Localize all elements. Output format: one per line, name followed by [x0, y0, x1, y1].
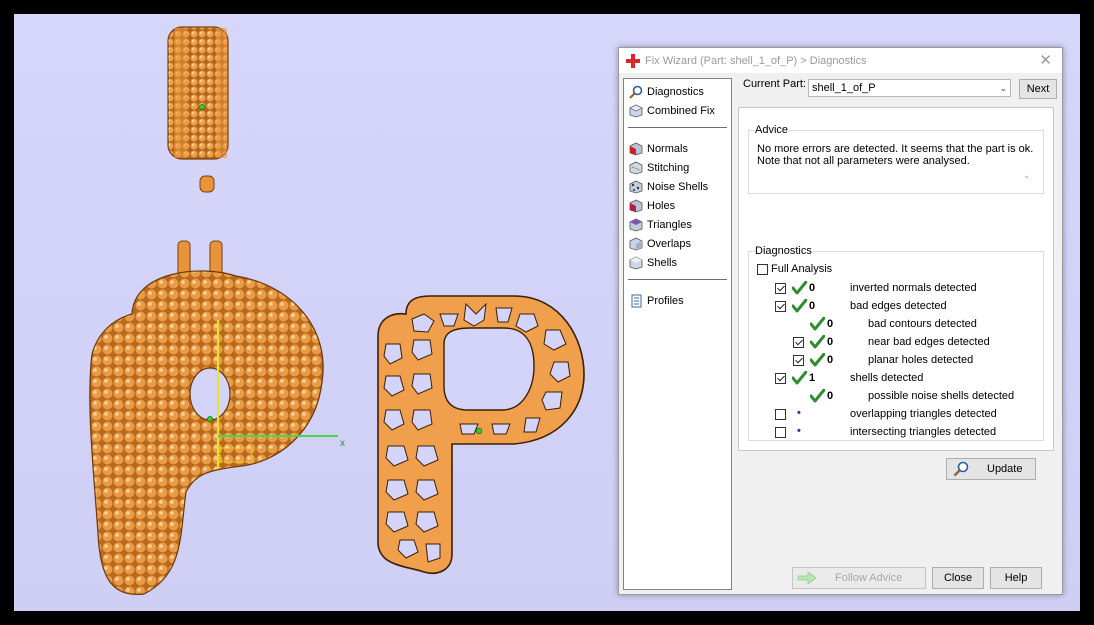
- red-cross-app-icon: [626, 53, 640, 68]
- diagnostic-count: 0: [827, 390, 834, 402]
- full-analysis-label: Full Analysis: [771, 263, 833, 275]
- nav-label-stitching: Stitching: [647, 161, 690, 174]
- nav-item-diagnostics[interactable]: Diagnostics: [629, 83, 704, 100]
- diagnostic-label: intersecting triangles detected: [850, 426, 997, 438]
- nav-item-noise-shells[interactable]: Noise Shells: [629, 178, 708, 195]
- diagnostic-label: possible noise shells detected: [868, 390, 1015, 402]
- scroll-down-icon[interactable]: ⌄: [1023, 170, 1031, 181]
- holes-cube-icon: [629, 199, 643, 213]
- nav-label-noise-shells: Noise Shells: [647, 180, 709, 193]
- bail-side-view: [167, 26, 229, 193]
- follow-advice-button[interactable]: Follow Advice: [792, 567, 926, 589]
- nav-item-stitching[interactable]: Stitching: [629, 159, 689, 176]
- nav-item-holes[interactable]: Holes: [629, 197, 675, 214]
- advice-text: No more errors are detected. It seems th…: [757, 143, 1037, 167]
- nav-item-normals[interactable]: Normals: [629, 140, 688, 157]
- checkmark-icon: [810, 389, 825, 403]
- diagnostic-label: inverted normals detected: [850, 282, 977, 294]
- nav-label-normals: Normals: [647, 142, 688, 155]
- diagnostic-count: 0: [827, 354, 834, 366]
- diagnostic-count: 0: [827, 318, 834, 330]
- title-bar[interactable]: Fix Wizard (Part: shell_1_of_P) > Diagno…: [619, 48, 1062, 73]
- next-button[interactable]: Next: [1019, 79, 1057, 99]
- magnifier-icon: [629, 85, 643, 99]
- diagnostic-label: bad edges detected: [850, 300, 947, 312]
- nav-item-profiles[interactable]: Profiles: [629, 292, 684, 309]
- beaded-pendant-p: x: [89, 240, 345, 596]
- nav-label-holes: Holes: [647, 199, 676, 212]
- stitching-cube-icon: [629, 161, 643, 175]
- advice-line-1: No more errors are detected. It seems th…: [757, 143, 1034, 155]
- nav-separator: [628, 127, 727, 128]
- advice-group-label: Advice: [754, 124, 790, 136]
- nav-label-shells: Shells: [647, 256, 677, 269]
- follow-advice-label: Follow Advice: [835, 572, 903, 584]
- document-icon: [629, 294, 643, 308]
- shells-cube-icon: [629, 256, 643, 270]
- diagnostic-count: 1: [809, 372, 816, 384]
- checkmark-icon: [792, 299, 807, 313]
- diagnostic-label: overlapping triangles detected: [850, 408, 997, 420]
- full-analysis-checkbox[interactable]: [757, 264, 768, 275]
- diagnostic-count: 0: [809, 300, 816, 312]
- checkmark-icon: [810, 317, 825, 331]
- pending-dot-icon: •: [797, 425, 801, 437]
- nav-item-overlaps[interactable]: Overlaps: [629, 235, 691, 252]
- checkmark-icon: [792, 371, 807, 385]
- pending-dot-icon: •: [797, 407, 801, 419]
- nav-item-triangles[interactable]: Triangles: [629, 216, 692, 233]
- diagnostic-checkbox[interactable]: [775, 301, 786, 312]
- diagnostic-checkbox[interactable]: [775, 373, 786, 384]
- nav-label-diagnostics: Diagnostics: [647, 85, 704, 98]
- help-button[interactable]: Help: [990, 567, 1042, 589]
- update-button[interactable]: Update: [946, 458, 1036, 480]
- overlaps-cube-icon: [629, 237, 643, 251]
- advice-line-2: Note that not all parameters were analys…: [757, 155, 970, 167]
- current-part-label: Current Part:: [743, 78, 806, 90]
- nav-item-shells[interactable]: Shells: [629, 254, 677, 271]
- diagnostic-label: planar holes detected: [868, 354, 974, 366]
- diagnostic-checkbox[interactable]: [775, 283, 786, 294]
- normals-cube-icon: [629, 142, 643, 156]
- nav-label-profiles: Profiles: [647, 294, 684, 307]
- chevron-down-icon: ⌄: [999, 83, 1007, 93]
- checkmark-icon: [810, 353, 825, 367]
- triangles-cube-icon: [629, 218, 643, 232]
- magnifier-icon: [953, 461, 969, 477]
- close-icon[interactable]: ✕: [1039, 51, 1052, 69]
- lattice-pendant-p: [377, 295, 585, 574]
- diagnostic-label: shells detected: [850, 372, 924, 384]
- cube-icon: [629, 104, 643, 118]
- diagnostic-checkbox[interactable]: [775, 427, 786, 438]
- nav-item-combined-fix[interactable]: Combined Fix: [629, 102, 715, 119]
- update-label: Update: [987, 463, 1023, 475]
- checkmark-icon: [810, 335, 825, 349]
- diagnostic-checkbox[interactable]: [793, 337, 804, 348]
- diagnostic-count: 0: [809, 282, 816, 294]
- checkmark-icon: [792, 281, 807, 295]
- current-part-value: shell_1_of_P: [812, 82, 876, 94]
- noise-shells-icon: [629, 180, 643, 194]
- window-title: Fix Wizard (Part: shell_1_of_P) > Diagno…: [645, 54, 867, 67]
- current-part-select[interactable]: shell_1_of_P ⌄: [808, 79, 1011, 97]
- nav-label-combined-fix: Combined Fix: [647, 104, 715, 117]
- diagnostics-group-label: Diagnostics: [754, 245, 813, 257]
- diagnostic-label: near bad edges detected: [868, 336, 990, 348]
- nav-separator: [628, 279, 727, 280]
- nav-label-overlaps: Overlaps: [647, 237, 692, 250]
- diagnostic-label: bad contours detected: [868, 318, 977, 330]
- diagnostic-checkbox[interactable]: [775, 409, 786, 420]
- nav-label-triangles: Triangles: [647, 218, 692, 231]
- svg-text:x: x: [340, 438, 345, 449]
- arrow-right-icon: [797, 571, 817, 585]
- diagnostic-checkbox[interactable]: [793, 355, 804, 366]
- diagnostic-count: 0: [827, 336, 834, 348]
- fix-wizard-dialog: Fix Wizard (Part: shell_1_of_P) > Diagno…: [618, 47, 1063, 595]
- wizard-nav-panel: Diagnostics Combined Fix Normals Stitchi…: [623, 78, 732, 590]
- close-button[interactable]: Close: [932, 567, 984, 589]
